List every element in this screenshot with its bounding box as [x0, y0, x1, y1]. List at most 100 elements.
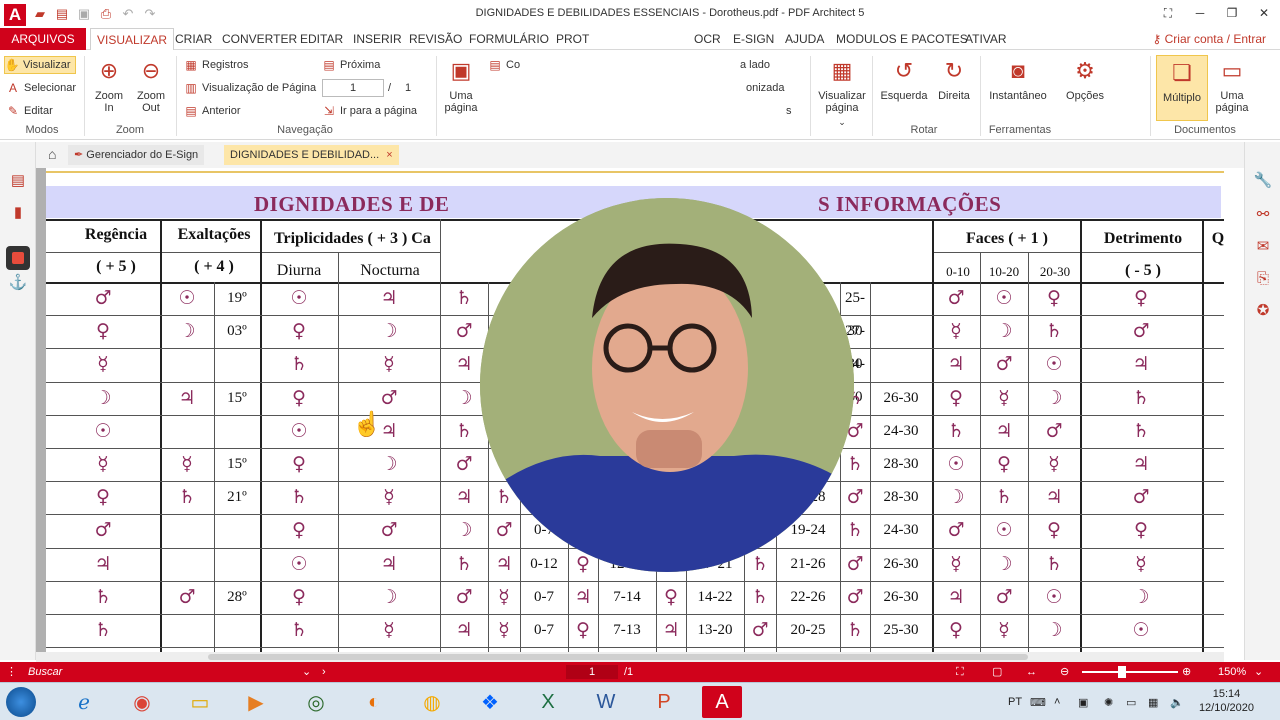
tab-modulos[interactable]: MODULOS E PACOTES: [836, 28, 968, 50]
page-number-input[interactable]: 1: [322, 79, 384, 97]
word-icon[interactable]: W: [586, 686, 626, 718]
maximize-icon[interactable]: ❐: [1216, 0, 1248, 26]
document-viewport[interactable]: DIGNIDADES E DE S INFORMAÇÕES Regência (…: [36, 168, 1224, 652]
close-tab-icon[interactable]: ×: [386, 149, 392, 161]
cell-diu: ♄: [290, 619, 308, 641]
horizontal-scrollbar[interactable]: [36, 652, 1224, 662]
cell-noc: ☿: [383, 486, 395, 509]
network-icon[interactable]: ▦: [1148, 683, 1158, 720]
clock[interactable]: 15:14 12/10/2020: [1199, 687, 1254, 715]
cell-t8: ♂: [751, 619, 769, 641]
home-icon[interactable]: ⌂: [48, 146, 56, 162]
restore-icon[interactable]: ⛶: [1152, 0, 1184, 26]
tray-chevron-icon[interactable]: ˄: [1054, 683, 1060, 720]
view-page-button[interactable]: ▦ Visualizar página ⌄: [816, 56, 868, 128]
actual-size-icon[interactable]: ▢: [992, 662, 1002, 682]
snapshot-button[interactable]: ◙ Instantâneo: [986, 56, 1050, 103]
cell-t1: ♂: [455, 585, 473, 608]
media-icon[interactable]: ▶: [236, 686, 276, 718]
cell-f2: ☉: [995, 519, 1013, 542]
zoom-out-button[interactable]: ⊖ Zoom Out: [134, 56, 168, 115]
side-by-side-label[interactable]: a lado: [740, 56, 770, 74]
zoom-level[interactable]: 150%: [1218, 662, 1246, 682]
thumbnails-icon[interactable]: ▤: [8, 170, 28, 190]
tab-formulario[interactable]: FORMULÁRIO: [469, 28, 549, 50]
wrench-icon[interactable]: 🔧: [1253, 170, 1273, 190]
pdf-architect-icon[interactable]: A: [702, 686, 742, 718]
seal-icon[interactable]: ✪: [1253, 300, 1273, 320]
search-options-icon[interactable]: ⋮: [6, 662, 17, 682]
tab-criar[interactable]: CRIAR: [175, 28, 212, 50]
tab-esign[interactable]: E-SIGN: [733, 28, 774, 50]
zoom-in-button[interactable]: ⊕ Zoom In: [92, 56, 126, 115]
record-icon[interactable]: [6, 246, 30, 270]
sync-label[interactable]: onizada: [746, 79, 785, 97]
fit-width-icon[interactable]: ↔: [1026, 662, 1037, 682]
explorer-icon[interactable]: ▭: [180, 686, 220, 718]
vpn-tray-icon[interactable]: ✺: [1104, 683, 1113, 720]
fit-page-icon[interactable]: ⛶: [956, 662, 964, 682]
start-button[interactable]: [6, 687, 36, 717]
attachment-icon[interactable]: ⎘: [1253, 268, 1273, 288]
tab-editar[interactable]: EDITAR: [300, 28, 343, 50]
scrollbar-thumb[interactable]: [208, 654, 1028, 660]
rotate-right-button[interactable]: ↻ Direita: [934, 56, 974, 103]
comment-icon[interactable]: ✉: [1253, 236, 1273, 256]
battery-icon[interactable]: ▭: [1126, 683, 1136, 720]
vpn-icon[interactable]: ◍: [412, 686, 452, 718]
zoom-slider[interactable]: [1082, 666, 1178, 678]
binoculars-icon[interactable]: ⚯: [1253, 204, 1273, 224]
tab-ajuda[interactable]: AJUDA: [785, 28, 824, 50]
tab-proteger[interactable]: PROT: [556, 28, 589, 50]
account-link[interactable]: ⚷ Criar conta / Entrar: [1152, 28, 1266, 50]
excel-icon[interactable]: X: [528, 686, 568, 718]
zoom-in-status-icon[interactable]: ⊕: [1182, 662, 1191, 682]
rotate-left-button[interactable]: ↺ Esquerda: [880, 56, 928, 103]
tab-revisao[interactable]: REVISÃO: [409, 28, 462, 50]
close-icon[interactable]: ✕: [1248, 0, 1280, 26]
tab-ativar[interactable]: ATIVAR: [965, 28, 1007, 50]
search-nav-icon[interactable]: ›: [322, 662, 326, 682]
compare-button[interactable]: ▤ Co: [488, 56, 520, 74]
single-doc-button[interactable]: ▭ Uma página: [1212, 56, 1252, 115]
one-page-button[interactable]: ▣ Uma página: [442, 56, 480, 115]
tab-inserir[interactable]: INSERIR: [353, 28, 402, 50]
tab-converter[interactable]: CONVERTER: [222, 28, 297, 50]
registros-button[interactable]: ▦ Registros: [184, 56, 248, 74]
dropbox-icon[interactable]: ❖: [470, 686, 510, 718]
window-title: DIGNIDADES E DEBILIDADES ESSENCIAIS - Do…: [475, 7, 865, 19]
ie-icon[interactable]: ℯ: [64, 686, 104, 718]
next-page-button[interactable]: ▤ Próxima: [322, 56, 380, 74]
zoom-dropdown-icon[interactable]: ⌄: [1254, 662, 1263, 682]
firefox-icon[interactable]: ◐: [354, 686, 394, 718]
bookmarks-panel-icon[interactable]: ▮: [8, 202, 28, 222]
powerpoint-icon[interactable]: P: [644, 686, 684, 718]
page-view-button[interactable]: ▥ Visualização de Página: [184, 79, 316, 97]
previous-page-button[interactable]: ▤ Anterior: [184, 102, 240, 120]
zoom-slider-thumb[interactable]: [1118, 666, 1126, 678]
chevron-down-icon[interactable]: ⌄: [302, 662, 311, 682]
document-tab[interactable]: DIGNIDADES E DEBILIDAD... ×: [224, 145, 399, 165]
visualizar-mode-button[interactable]: ✋ Visualizar: [4, 56, 76, 74]
tab-ocr[interactable]: OCR: [694, 28, 721, 50]
tab-visualizar[interactable]: VISUALIZAR: [90, 28, 175, 50]
multiple-docs-button[interactable]: ❏ Múltiplo: [1156, 55, 1208, 121]
anchor-icon[interactable]: ⚓: [8, 272, 28, 292]
minimize-icon[interactable]: ─: [1184, 0, 1216, 26]
status-page-input[interactable]: 1: [566, 665, 618, 679]
spiral-icon[interactable]: ◎: [296, 686, 336, 718]
options-button[interactable]: ⚙ Opções: [1062, 56, 1108, 103]
esign-tab[interactable]: ✒ Gerenciador do E-Sign: [68, 145, 205, 165]
keyboard-icon[interactable]: ⌨: [1030, 683, 1046, 720]
editar-mode-button[interactable]: ✎ Editar: [6, 102, 53, 120]
zoom-out-status-icon[interactable]: ⊖: [1060, 662, 1069, 682]
goto-page-button[interactable]: ⇲ Ir para a página: [322, 102, 417, 120]
search-input[interactable]: Buscar: [28, 662, 62, 682]
selecionar-mode-button[interactable]: A Selecionar: [6, 79, 76, 97]
language-indicator[interactable]: PT: [1008, 683, 1022, 720]
chrome-icon[interactable]: ◉: [122, 686, 162, 718]
volume-icon[interactable]: 🔈: [1170, 683, 1184, 720]
tab-arquivos[interactable]: ARQUIVOS: [0, 28, 86, 50]
cell-diu: ♀: [292, 320, 306, 343]
ime-icon[interactable]: ▣: [1078, 683, 1088, 720]
